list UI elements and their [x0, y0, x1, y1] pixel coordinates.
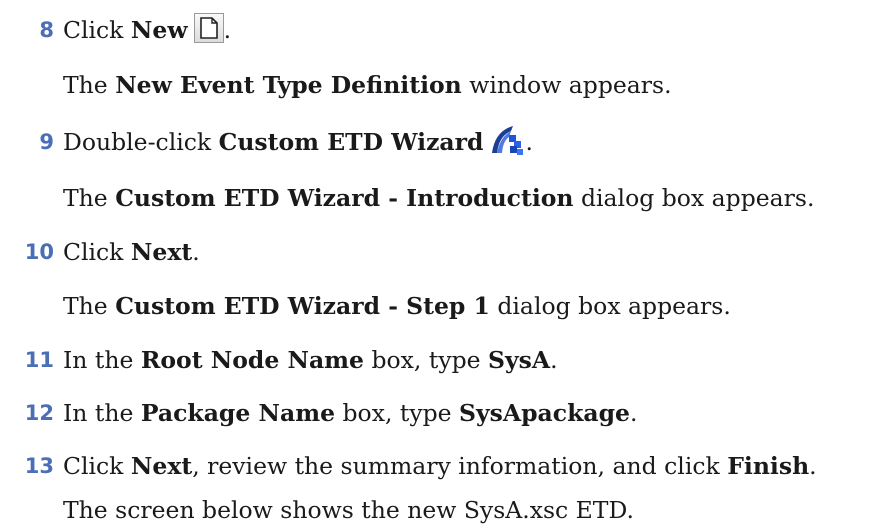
- step-number: 12: [24, 401, 54, 425]
- typed-value: SysA: [488, 346, 551, 374]
- ui-term: Custom ETD Wizard: [218, 128, 484, 156]
- new-document-icon: [193, 13, 224, 43]
- ui-term: Root Node Name: [140, 346, 365, 374]
- ui-term: New: [130, 16, 188, 44]
- step-instruction: Click ​Next​, review the summary informa…: [63, 452, 817, 480]
- step-instruction: Double-click ​Custom ETD Wizard .: [63, 123, 533, 161]
- custom-etd-wizard-icon: [489, 123, 526, 157]
- step-number: 11: [24, 348, 54, 372]
- step-instruction: Click ​Next.: [63, 238, 200, 266]
- ui-term: Finish: [727, 452, 810, 480]
- procedure-steps: 8 Click ​New . The ​New Event Type Defin…: [0, 0, 877, 529]
- ui-term: Next: [130, 238, 193, 266]
- step-number: 10: [24, 240, 54, 264]
- ui-term: Package Name: [140, 399, 336, 427]
- step-number: 8: [39, 18, 54, 42]
- step-instruction: In the ​Root Node Name​ box, type ​SysA.: [63, 346, 558, 374]
- step-instruction: In the ​Package Name​ box, type ​SysApac…: [63, 399, 638, 427]
- typed-value: SysApackage: [459, 399, 630, 427]
- ui-term: Next: [130, 452, 193, 480]
- step-instruction: Click ​New .: [63, 13, 231, 47]
- step-number: 13: [24, 454, 54, 478]
- step-number: 9: [39, 130, 54, 154]
